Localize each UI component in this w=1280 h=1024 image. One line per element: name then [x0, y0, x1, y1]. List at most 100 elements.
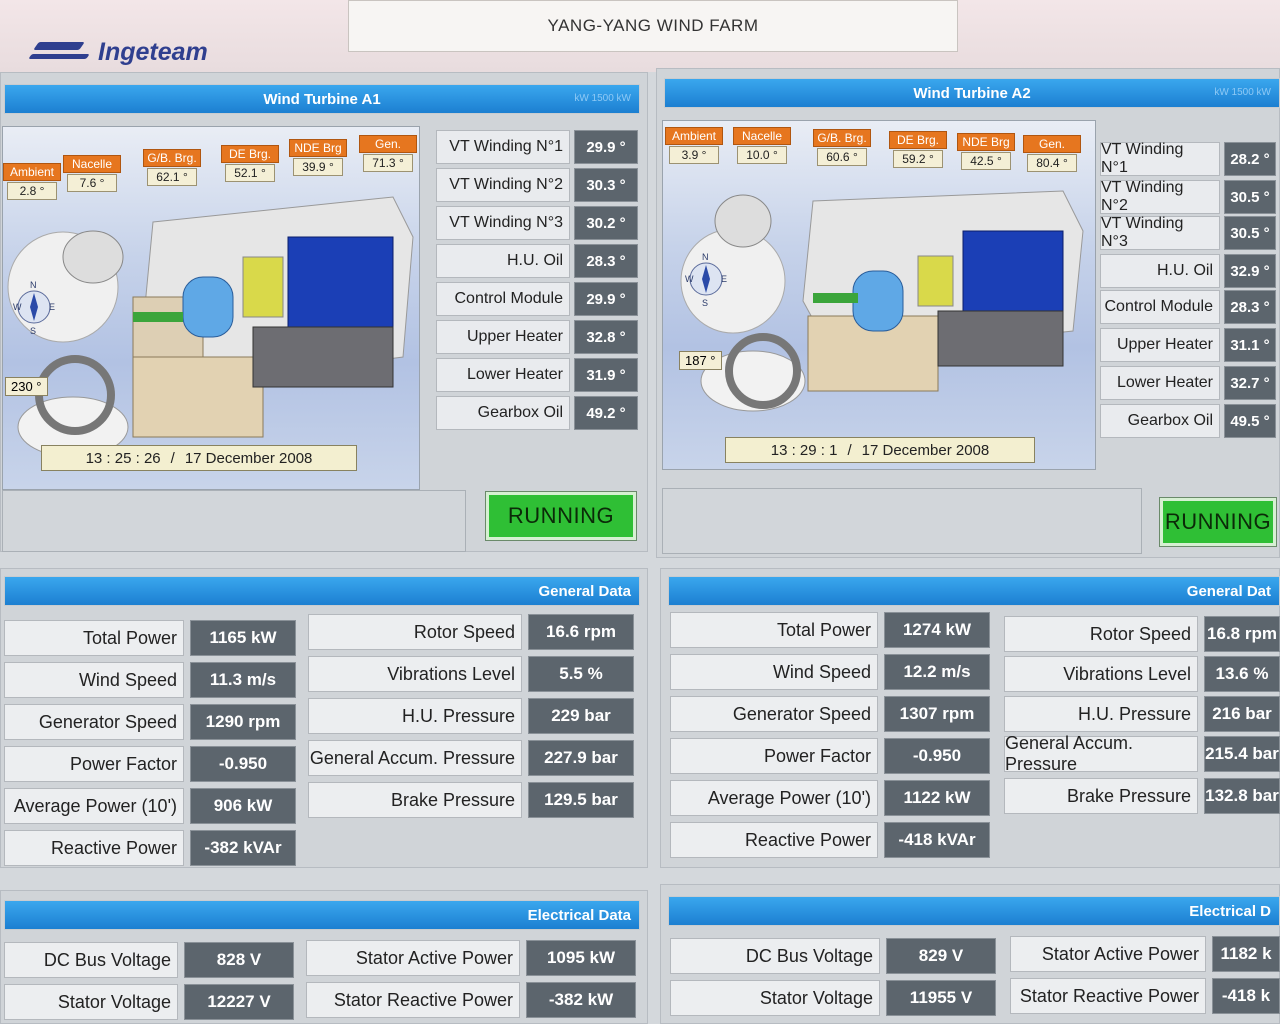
data-value: 1165 kW [190, 620, 296, 656]
winding-row: VT Winding N°2 30.3 ° [436, 168, 638, 202]
turbine-a1-timestamp: 13 : 25 : 26 / 17 December 2008 [41, 445, 357, 471]
data-value: 828 V [184, 942, 294, 978]
compass-w: W [685, 274, 694, 284]
data-value: 11.3 m/s [190, 662, 296, 698]
data-label: Reactive Power [670, 822, 878, 858]
data-value: 906 kW [190, 788, 296, 824]
data-label: Wind Speed [670, 654, 878, 690]
temp-value: 10.0 ° [737, 146, 787, 164]
data-value: 1290 rpm [190, 704, 296, 740]
data-value: 5.5 % [528, 656, 634, 692]
turbine-a2-general-bar: General Dat [668, 576, 1280, 606]
temp-value: 7.6 ° [67, 174, 117, 192]
data-label: General Accum. Pressure [1004, 733, 1198, 774]
winding-row: Upper Heater 31.1 ° [1100, 328, 1276, 362]
data-value: 829 V [886, 938, 996, 974]
winding-row: H.U. Oil 28.3 ° [436, 244, 638, 278]
winding-value: 49.2 ° [574, 396, 638, 430]
turbine-a2-title-bar: Wind Turbine A2 kW 1500 kW [664, 78, 1280, 108]
data-value: 16.8 rpm [1204, 616, 1280, 652]
data-label: Rotor Speed [308, 614, 522, 650]
data-value: -0.950 [190, 746, 296, 782]
time-value: 13 : 25 : 26 [85, 449, 161, 467]
temp-label: NDE Brg [957, 133, 1015, 151]
data-value: -418 kVAr [884, 822, 990, 858]
data-label: Rotor Speed [1004, 616, 1198, 652]
data-label: Stator Voltage [670, 980, 880, 1016]
temp-label: Ambient [665, 127, 723, 145]
winding-label: VT Winding N°1 [436, 130, 570, 164]
temp-value: 42.5 ° [961, 152, 1011, 170]
temp-value: 62.1 ° [147, 168, 197, 186]
data-label: Power Factor [670, 738, 878, 774]
compass-icon: N S E W [13, 279, 55, 336]
temp-ambient: Ambient 2.8 ° [3, 163, 61, 200]
winding-value: 31.1 ° [1224, 328, 1276, 362]
turbine-a1-bearing: 230 ° [5, 377, 48, 396]
turbine-a2-nacelle-view: N S E W 187 ° Ambient 3.9 ° Nacelle 10.0 °… [662, 120, 1096, 470]
winding-value: 31.9 ° [574, 358, 638, 392]
winding-row: Gearbox Oil 49.2 ° [436, 396, 638, 430]
date-value: 17 December 2008 [861, 441, 990, 459]
temp-value: 39.9 ° [293, 158, 343, 176]
data-label: Generator Speed [670, 696, 878, 732]
data-value: 229 bar [528, 698, 634, 734]
compass-icon: N S E W [685, 251, 727, 308]
temp-nde-bearing: NDE Brg 42.5 ° [957, 133, 1015, 170]
temp-de-bearing: DE Brg. 52.1 ° [221, 145, 279, 182]
temp-value: 52.1 ° [225, 164, 275, 182]
winding-label: Lower Heater [1100, 366, 1220, 400]
winding-value: 28.3 ° [574, 244, 638, 278]
winding-value: 30.5 ° [1224, 180, 1276, 214]
data-value: 227.9 bar [528, 740, 634, 776]
data-value: 12.2 m/s [884, 654, 990, 690]
turbine-a2-running-status[interactable]: RUNNING [1159, 497, 1277, 547]
data-label: H.U. Pressure [1004, 696, 1198, 732]
data-value: 1182 k [1212, 936, 1280, 972]
general-data-title: General Data [538, 582, 631, 600]
winding-label: Lower Heater [436, 358, 570, 392]
winding-label: VT Winding N°3 [436, 206, 570, 240]
data-label: Total Power [670, 612, 878, 648]
winding-label: VT Winding N°2 [436, 168, 570, 202]
winding-label: VT Winding N°1 [1100, 141, 1220, 176]
winding-label: Control Module [436, 282, 570, 316]
time-value: 13 : 29 : 1 [770, 441, 838, 459]
turbine-a1-electrical-bar: Electrical Data [4, 900, 640, 930]
turbine-a2-rating: kW 1500 kW [1214, 87, 1271, 98]
temp-value: 80.4 ° [1027, 154, 1077, 172]
data-value: 215.4 bar [1204, 736, 1280, 772]
data-value: 13.6 % [1204, 656, 1280, 692]
temp-label: G/B. Brg. [143, 149, 201, 167]
turbine-a2-timestamp: 13 : 29 : 1 / 17 December 2008 [725, 437, 1035, 463]
data-value: 16.6 rpm [528, 614, 634, 650]
data-value: 1274 kW [884, 612, 990, 648]
winding-row: VT Winding N°3 30.2 ° [436, 206, 638, 240]
temp-label: Gen. [359, 135, 417, 153]
winding-value: 29.9 ° [574, 130, 638, 164]
data-label: Stator Reactive Power [1010, 978, 1206, 1014]
winding-row: VT Winding N°1 29.9 ° [436, 130, 638, 164]
data-label: Vibrations Level [1004, 656, 1198, 692]
data-value: 11955 V [886, 980, 996, 1016]
temp-label: G/B. Brg. [813, 129, 871, 147]
date-separator: / [847, 441, 852, 459]
data-value: -382 kVAr [190, 830, 296, 866]
compass-e: E [721, 274, 727, 284]
data-label: Brake Pressure [1004, 778, 1198, 814]
ingeteam-logo: Ingeteam [30, 38, 208, 67]
winding-row: H.U. Oil 32.9 ° [1100, 254, 1276, 288]
data-value: -382 kW [526, 982, 636, 1018]
data-label: Stator Active Power [306, 940, 520, 976]
data-value: 132.8 bar [1204, 778, 1280, 814]
logo-text: Ingeteam [98, 38, 208, 66]
compass-rose: N S E W [685, 252, 727, 308]
temp-nde-bearing: NDE Brg 39.9 ° [289, 139, 347, 176]
temp-label: Nacelle [733, 127, 791, 145]
winding-value: 49.5 ° [1224, 404, 1276, 438]
winding-row: Lower Heater 31.9 ° [436, 358, 638, 392]
data-label: Brake Pressure [308, 782, 522, 818]
compass-s: S [702, 298, 708, 307]
turbine-a1-running-status[interactable]: RUNNING [485, 491, 637, 541]
winding-value: 28.2 ° [1224, 142, 1276, 176]
